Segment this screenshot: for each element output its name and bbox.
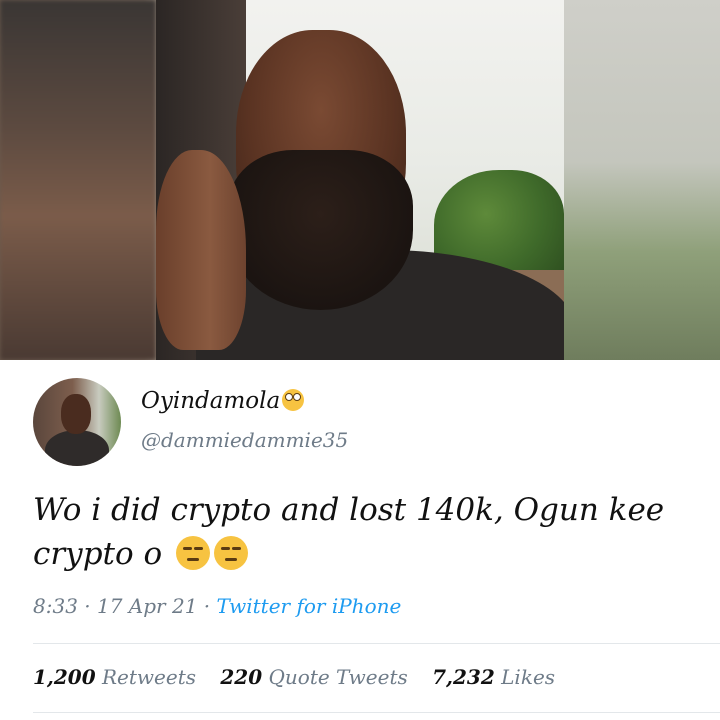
retweets-label: Retweets — [102, 665, 197, 689]
photo-blur-right — [564, 0, 720, 360]
divider — [33, 712, 720, 713]
quote-tweets-stat[interactable]: 220 Quote Tweets — [220, 665, 407, 689]
display-name-text: Oyindamola — [141, 388, 281, 414]
display-name[interactable]: Oyindamola — [141, 388, 305, 414]
face-with-rolling-eyes-icon — [282, 389, 305, 411]
tweet-stats: 1,200 Retweets 220 Quote Tweets 7,232 Li… — [33, 665, 573, 689]
divider — [33, 643, 720, 644]
person-beard — [228, 150, 413, 310]
avatar[interactable] — [33, 378, 121, 466]
quote-tweets-count: 220 — [220, 665, 263, 689]
unamused-face-icon — [176, 536, 211, 570]
tweet-time[interactable]: 8:33 — [33, 594, 78, 618]
tweet-meta: 8:33 · 17 Apr 21 · Twitter for iPhone — [33, 594, 401, 618]
header-photo[interactable] — [0, 0, 720, 360]
likes-count: 7,232 — [432, 665, 495, 689]
tweet-date[interactable]: 17 Apr 21 — [97, 594, 197, 618]
photo-center — [156, 0, 564, 360]
retweets-count: 1,200 — [33, 665, 96, 689]
user-handle[interactable]: @dammiedammie35 — [141, 428, 348, 452]
avatar-face — [61, 394, 91, 434]
retweets-stat[interactable]: 1,200 Retweets — [33, 665, 196, 689]
unamused-face-icon — [214, 536, 249, 570]
tweet-source-link[interactable]: Twitter for iPhone — [217, 594, 402, 618]
tweet-text-body: Wo i did crypto and lost 140k, Ogun kee … — [33, 492, 665, 572]
likes-label: Likes — [501, 665, 556, 689]
tweet-text: Wo i did crypto and lost 140k, Ogun kee … — [33, 488, 703, 576]
person-hand — [156, 150, 246, 350]
meta-separator: · — [84, 594, 91, 618]
photo-blur-left — [0, 0, 156, 360]
likes-stat[interactable]: 7,232 Likes — [432, 665, 555, 689]
avatar-body — [45, 430, 109, 466]
quote-tweets-label: Quote Tweets — [268, 665, 408, 689]
meta-separator: · — [203, 594, 211, 618]
